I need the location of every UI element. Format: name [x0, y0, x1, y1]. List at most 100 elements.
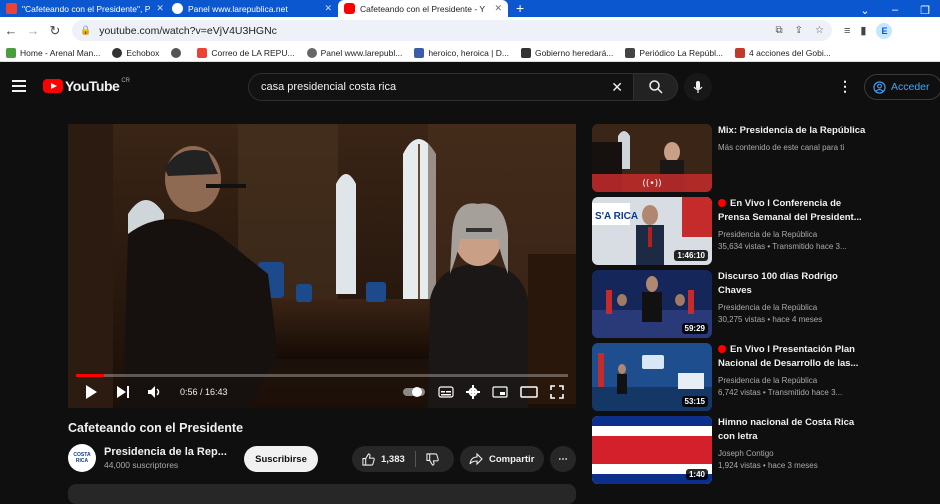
sign-in-label: Acceder — [891, 81, 930, 93]
recommendation-title[interactable]: Himno nacional de Costa Rica con letra — [718, 416, 868, 444]
globe-icon — [172, 3, 183, 14]
next-icon — [117, 386, 129, 398]
bookmark-item[interactable]: Periódico La Repúbl... — [619, 47, 729, 58]
youtube-logo[interactable]: YouTube CR — [43, 78, 130, 94]
restore-icon[interactable]: ❐ — [910, 4, 940, 17]
recommendation-channel: Presidencia de la República — [718, 303, 818, 312]
bookmark-item[interactable]: Home - Arenal Man... — [0, 47, 106, 58]
more-actions-button[interactable]: ⋯ — [550, 446, 576, 472]
bookmark-item[interactable]: Panel www.larepubl... — [301, 47, 409, 58]
video-thumbnail[interactable]: 1:40 — [592, 416, 712, 484]
browser-tab-2[interactable]: Panel www.larepublica.net ✕ — [166, 0, 338, 17]
fullscreen-icon[interactable] — [550, 385, 564, 399]
subscriber-count: 44,000 suscriptores — [104, 460, 179, 470]
dislike-button[interactable] — [416, 452, 449, 466]
bookmark-label: Correo de LA REPU... — [211, 47, 295, 58]
reload-icon[interactable]: ↻ — [44, 23, 66, 39]
video-thumbnail[interactable]: ((•)) — [592, 124, 712, 192]
search-input[interactable]: casa presidencial costa rica ✕ — [248, 73, 634, 101]
recommendation-item[interactable]: ((•)) Mix: Presidencia de la República M… — [592, 124, 882, 192]
video-player[interactable]: 0:56 / 16:43 — [68, 124, 576, 408]
globe-icon — [306, 47, 317, 58]
search-button[interactable] — [634, 73, 678, 101]
menu-icon[interactable] — [12, 80, 26, 92]
voice-search-button[interactable] — [684, 73, 712, 101]
bookmark-label: heroico, heroica | D... — [428, 47, 509, 58]
profile-avatar[interactable]: E — [876, 22, 893, 39]
player-controls: 0:56 / 16:43 — [68, 380, 576, 404]
bookmark-item[interactable]: Echobox — [106, 47, 165, 58]
recommendation-stats: 6,742 vistas • Transmitido hace 3... — [718, 388, 843, 397]
search-query: casa presidencial costa rica — [261, 81, 397, 93]
next-button[interactable] — [112, 381, 134, 403]
play-button[interactable] — [80, 381, 102, 403]
close-icon[interactable]: ✕ — [324, 3, 332, 14]
subscribe-button[interactable]: Suscribirse — [244, 446, 318, 472]
settings-gear-icon[interactable] — [466, 385, 480, 399]
recommendation-title[interactable]: En Vivo l Conferencia de Prensa Semanal … — [718, 197, 868, 225]
minimize-icon[interactable]: – — [880, 4, 910, 17]
duration-badge: 1:40 — [685, 469, 708, 480]
bookmark-item[interactable]: 4 acciones del Gobi... — [729, 47, 837, 58]
gmail-icon — [6, 3, 17, 14]
recommendation-item[interactable]: 59:29 Discurso 100 días Rodrigo Chaves P… — [592, 270, 882, 338]
recommendation-title[interactable]: Mix: Presidencia de la República — [718, 124, 868, 138]
sign-in-button[interactable]: Acceder — [864, 74, 940, 100]
browser-tab-1[interactable]: "Cafeteando con el Presidente", P ✕ — [0, 0, 166, 17]
recommendation-item[interactable]: 1:40 Himno nacional de Costa Rica con le… — [592, 416, 882, 484]
like-button[interactable]: 1,383 — [352, 451, 416, 467]
bookmark-label: Home - Arenal Man... — [20, 47, 101, 58]
video-progress-bar[interactable] — [76, 374, 568, 377]
channel-name[interactable]: Presidencia de la Rep... — [104, 446, 227, 458]
forward-icon[interactable]: → — [22, 23, 44, 38]
duration-badge: 1:46:10 — [674, 250, 708, 261]
live-indicator-icon — [718, 345, 726, 353]
recommendation-title[interactable]: En Vivo l Presentación Plan Nacional de … — [718, 343, 868, 371]
channel-avatar[interactable]: COSTA RICA — [68, 444, 96, 472]
description-box[interactable] — [68, 484, 576, 504]
close-icon[interactable]: ✕ — [156, 3, 164, 14]
recommendation-channel: Presidencia de la República — [718, 376, 818, 385]
miniplayer-icon[interactable] — [492, 386, 508, 398]
close-icon[interactable]: ✕ — [494, 3, 502, 14]
bookmark-item[interactable]: Correo de LA REPU... — [191, 47, 300, 58]
avatar-text: COSTA RICA — [73, 452, 91, 464]
new-tab-button[interactable]: + — [508, 0, 532, 17]
bookmark-item[interactable]: Gobierno heredará... — [515, 47, 619, 58]
video-thumbnail[interactable]: S'A RICA 1:46:10 — [592, 197, 712, 265]
volume-icon — [148, 386, 160, 398]
clear-search-icon[interactable]: ✕ — [611, 79, 623, 96]
url-field[interactable]: 🔒 youtube.com/watch?v=eVjV4U3HGNc ⧉ ⇪ ☆ — [72, 20, 832, 41]
video-title: Cafeteando con el Presidente — [68, 421, 244, 435]
browser-tab-3-active[interactable]: Cafeteando con el Presidente - Y ✕ — [338, 0, 508, 17]
bookmark-item[interactable]: heroico, heroica | D... — [408, 47, 515, 58]
bookmark-item[interactable] — [165, 47, 191, 58]
share-button[interactable]: Compartir — [460, 446, 544, 472]
video-thumbnail[interactable]: 53:15 — [592, 343, 712, 411]
duration-badge: 53:15 — [681, 396, 708, 407]
recommendation-stats: 35,634 vistas • Transmitido hace 3... — [718, 242, 847, 251]
recommendation-title[interactable]: Discurso 100 días Rodrigo Chaves — [718, 270, 868, 298]
settings-more-icon[interactable]: ⋮ — [838, 78, 852, 95]
volume-button[interactable] — [144, 381, 166, 403]
subtitles-icon[interactable] — [438, 386, 454, 398]
recommendation-channel: Joseph Contigo — [718, 449, 774, 458]
share-icon[interactable]: ⇪ — [795, 25, 803, 36]
autoplay-toggle[interactable] — [402, 386, 426, 398]
theater-mode-icon[interactable] — [520, 386, 538, 398]
install-icon[interactable]: ⧉ — [776, 25, 783, 36]
video-thumbnail[interactable]: 59:29 — [592, 270, 712, 338]
recommendation-item[interactable]: S'A RICA 1:46:10 En Vivo l Conferencia d… — [592, 197, 882, 265]
tab-search-icon[interactable]: ⌄ — [850, 4, 880, 17]
bookmark-label: Echobox — [126, 47, 160, 58]
bookmark-star-icon[interactable]: ☆ — [815, 25, 824, 36]
side-panel-icon[interactable]: ▮ — [860, 24, 866, 37]
reading-list-icon[interactable]: ≡ — [844, 25, 850, 37]
address-bar-row: ← → ↻ 🔒 youtube.com/watch?v=eVjV4U3HGNc … — [0, 17, 940, 44]
thumbs-up-icon — [362, 452, 375, 466]
back-icon[interactable]: ← — [0, 23, 22, 38]
bookmark-favicon-icon — [735, 47, 746, 58]
recommendation-item[interactable]: 53:15 En Vivo l Presentación Plan Nacion… — [592, 343, 882, 411]
recommendation-channel: Más contenido de este canal para ti — [718, 143, 845, 152]
lock-icon[interactable]: 🔒 — [80, 25, 91, 36]
